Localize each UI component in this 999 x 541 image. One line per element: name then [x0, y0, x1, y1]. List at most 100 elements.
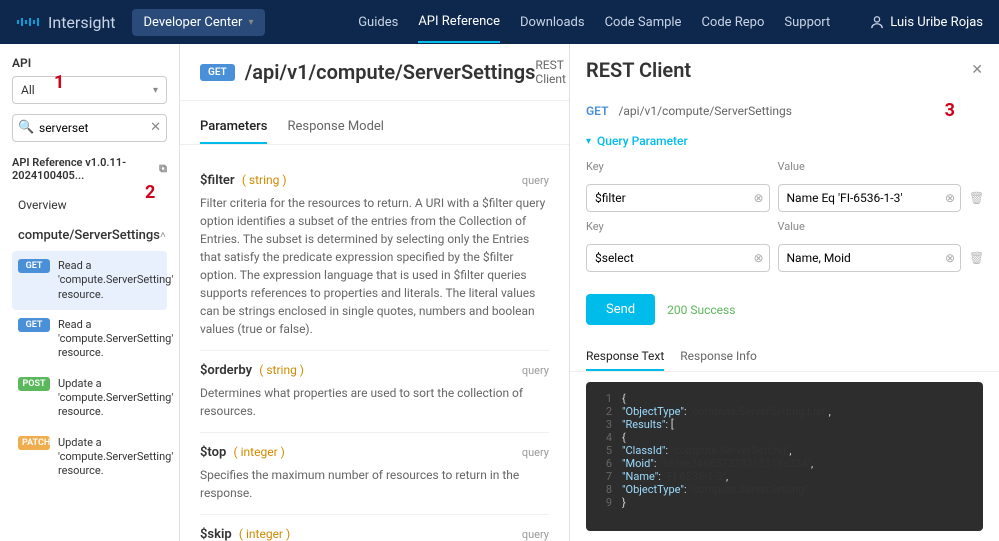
- search-input[interactable]: [12, 114, 167, 142]
- copy-icon[interactable]: ⧉: [159, 162, 167, 176]
- tab-response-model[interactable]: Response Model: [287, 111, 383, 144]
- endpoint-label: Read a 'compute.ServerSetting' resource.: [58, 318, 173, 361]
- endpoint-label: Update a 'compute.ServerSetting' resourc…: [58, 436, 173, 479]
- main-layout: API All ▾ 🔍 ✕ API Reference v1.0.11-2024…: [0, 44, 999, 541]
- key-label: Key: [586, 220, 770, 233]
- param-name: $filter: [200, 173, 235, 188]
- rest-client-label: REST Client: [535, 58, 569, 86]
- tab-response-info[interactable]: Response Info: [680, 343, 757, 371]
- parameters-list: $filter ( string ) query Filter criteria …: [180, 145, 569, 541]
- clear-search-icon[interactable]: ✕: [150, 120, 161, 135]
- delete-row-icon[interactable]: 🗑: [969, 251, 983, 265]
- key-input[interactable]: [586, 184, 770, 212]
- user-menu[interactable]: Luis Uribe Rojas: [870, 15, 983, 30]
- param-filter: $filter ( string )query Filter criteria …: [200, 161, 549, 351]
- method-badge: GET: [18, 318, 50, 332]
- nav-code-sample[interactable]: Code Sample: [605, 15, 682, 30]
- logo-area: Intersight: [16, 13, 116, 32]
- user-icon: [870, 15, 884, 29]
- request-path: /api/v1/compute/ServerSettings: [618, 104, 791, 118]
- clear-icon[interactable]: ⊗: [753, 191, 763, 205]
- kv-grid: Key Value ⊗ ⊗ 🗑 Key Value ⊗ ⊗ 🗑: [570, 156, 999, 284]
- dev-center-label: Developer Center: [144, 15, 243, 30]
- path-left: GET /api/v1/compute/ServerSettings: [200, 60, 535, 84]
- param-type: ( integer ): [239, 527, 290, 541]
- tab-response-text[interactable]: Response Text: [586, 343, 664, 371]
- rest-client-toggle-group: REST Client: [535, 58, 569, 86]
- param-location: query: [522, 174, 549, 187]
- param-name: $orderby: [200, 363, 252, 378]
- tab-parameters[interactable]: Parameters: [200, 111, 267, 144]
- cisco-logo-icon: [16, 16, 40, 28]
- value-input[interactable]: [778, 184, 962, 212]
- nav-api-reference[interactable]: API Reference: [418, 14, 500, 43]
- method-badge: GET: [18, 259, 50, 273]
- nav-code-repo[interactable]: Code Repo: [701, 15, 764, 30]
- nav-guides[interactable]: Guides: [358, 15, 398, 30]
- kv-header-row: Key Value: [586, 160, 983, 176]
- kv-row-2: ⊗ ⊗ 🗑: [586, 244, 983, 272]
- endpoint-update-post[interactable]: POST Update a 'compute.ServerSetting' re…: [12, 369, 167, 428]
- param-description: Filter criteria for the resources to ret…: [200, 194, 549, 338]
- json-response[interactable]: 1{2 "ObjectType": "compute.ServerSetting…: [586, 382, 983, 531]
- developer-center-dropdown[interactable]: Developer Center ▾: [132, 9, 266, 36]
- value-label: Value: [778, 160, 962, 173]
- key-input[interactable]: [586, 244, 770, 272]
- request-method: GET: [586, 104, 608, 118]
- annotation-marker-3: 3: [945, 100, 955, 121]
- user-name: Luis Uribe Rojas: [890, 15, 983, 30]
- api-dropdown[interactable]: All ▾: [12, 76, 167, 104]
- clear-icon[interactable]: ⊗: [945, 191, 955, 205]
- param-type: ( string ): [259, 363, 304, 377]
- annotation-marker-2: 2: [145, 182, 155, 203]
- param-name: $skip: [200, 527, 232, 541]
- query-parameter-toggle[interactable]: ▾ Query Parameter: [570, 126, 999, 156]
- endpoint-label: Read a 'compute.ServerSetting' resource.: [58, 259, 173, 302]
- param-type: ( integer ): [234, 445, 285, 459]
- param-location: query: [522, 446, 549, 459]
- nav-support[interactable]: Support: [784, 15, 830, 30]
- kv-header-row-2: Key Value: [586, 220, 983, 236]
- annotation-marker-1: 1: [54, 72, 64, 93]
- clear-icon[interactable]: ⊗: [753, 251, 763, 265]
- param-orderby: $orderby ( string ) query Determines what…: [200, 351, 549, 433]
- clear-icon[interactable]: ⊗: [945, 251, 955, 265]
- top-nav: Guides API Reference Downloads Code Samp…: [358, 14, 983, 31]
- endpoint-label: Update a 'compute.ServerSetting' resourc…: [58, 377, 173, 420]
- delete-row-icon[interactable]: 🗑: [969, 191, 983, 205]
- panel-header: REST Client ✕: [570, 44, 999, 96]
- param-location: query: [522, 364, 549, 377]
- search-icon: 🔍: [18, 120, 34, 135]
- rest-client-panel: REST Client ✕ GET /api/v1/compute/Server…: [569, 44, 999, 541]
- param-top: $top ( integer ) query Specifies the maxi…: [200, 433, 549, 515]
- nav-downloads[interactable]: Downloads: [520, 15, 585, 30]
- param-description: Determines what properties are used to s…: [200, 384, 549, 420]
- close-panel-icon[interactable]: ✕: [971, 62, 983, 78]
- api-path: /api/v1/compute/ServerSettings: [245, 60, 536, 84]
- reference-title-text: API Reference v1.0.11-2024100405...: [12, 156, 159, 182]
- endpoint-read-2[interactable]: GET Read a 'compute.ServerSetting' resou…: [12, 310, 167, 369]
- send-button[interactable]: Send: [586, 294, 655, 325]
- chevron-up-icon: ˄: [160, 230, 166, 241]
- value-label: Value: [778, 220, 962, 233]
- method-badge: POST: [18, 377, 50, 391]
- query-parameter-label: Query Parameter: [597, 134, 688, 148]
- param-location: query: [522, 528, 549, 541]
- send-row: Send 200 Success: [570, 284, 999, 335]
- api-dropdown-value: All: [21, 83, 35, 97]
- brand-name: Intersight: [48, 13, 116, 32]
- endpoint-update-patch[interactable]: PATCH Update a 'compute.ServerSetting' r…: [12, 428, 167, 487]
- reference-title: API Reference v1.0.11-2024100405... ⧉: [12, 156, 167, 182]
- api-label: API: [12, 56, 167, 70]
- tree-overview[interactable]: Overview: [12, 190, 167, 220]
- param-name: $top: [200, 445, 226, 460]
- method-badge: GET: [200, 64, 235, 81]
- center-tabs: Parameters Response Model: [180, 101, 569, 145]
- tree-group-serversettings[interactable]: compute/ServerSettings ˄: [12, 220, 167, 251]
- param-description: Specifies the maximum number of resource…: [200, 466, 549, 502]
- kv-row-1: ⊗ ⊗ 🗑: [586, 184, 983, 212]
- param-skip: $skip ( integer )query Specifies the num…: [200, 515, 549, 541]
- value-input[interactable]: [778, 244, 962, 272]
- endpoint-read-1[interactable]: GET Read a 'compute.ServerSetting' resou…: [12, 251, 167, 310]
- key-label: Key: [586, 160, 770, 173]
